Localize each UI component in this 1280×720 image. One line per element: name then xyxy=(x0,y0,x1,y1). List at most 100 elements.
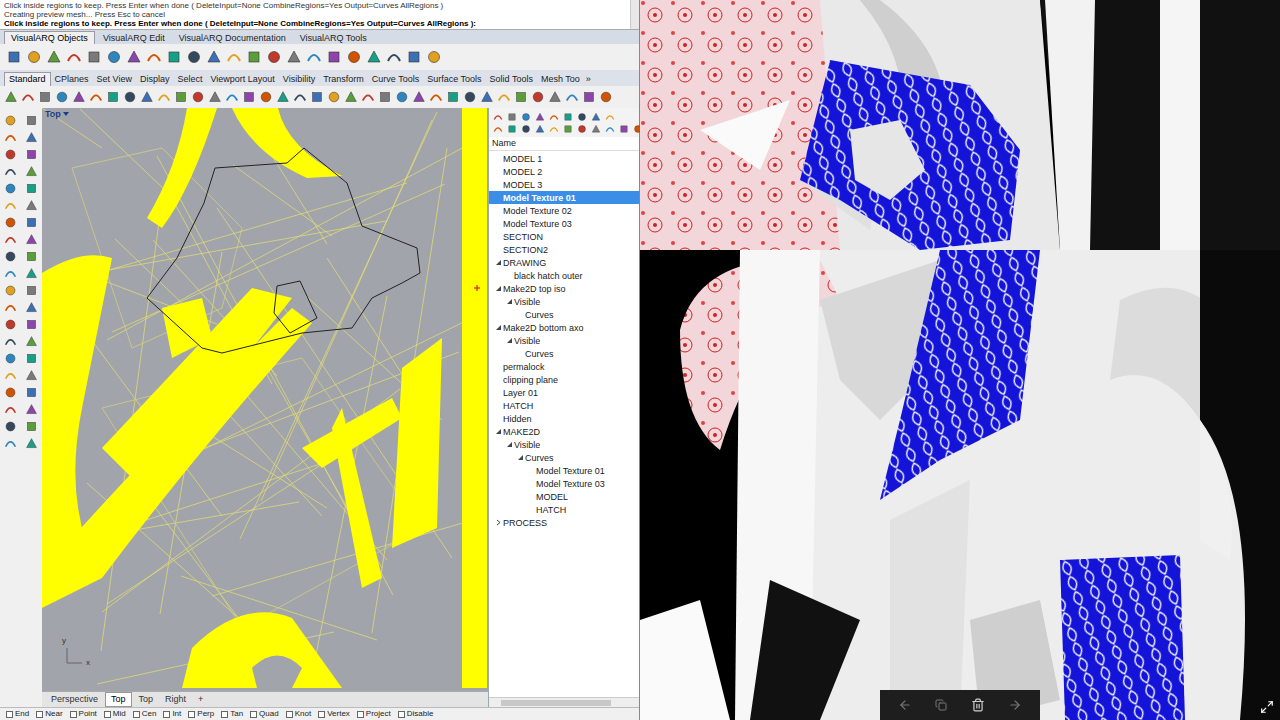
tool-icon[interactable] xyxy=(4,114,17,127)
tool-icon[interactable] xyxy=(25,182,38,195)
tool-icon[interactable] xyxy=(6,49,22,65)
tool-icon[interactable] xyxy=(4,301,17,314)
layer-row[interactable]: Layer 01 xyxy=(489,386,639,399)
expanded-icon[interactable] xyxy=(495,428,502,435)
tool-icon[interactable] xyxy=(157,90,171,104)
layer-row[interactable]: MODEL 1 xyxy=(489,152,639,165)
tool-icon[interactable] xyxy=(72,90,86,104)
tool-icon[interactable] xyxy=(226,49,242,65)
tool-icon[interactable] xyxy=(174,90,188,104)
layer-row[interactable]: Curves xyxy=(489,347,639,360)
toolbar-tab[interactable]: Standard xyxy=(4,72,51,86)
osnap-checkbox[interactable] xyxy=(133,711,140,718)
toolbar-tab[interactable]: Viewport Layout xyxy=(206,73,278,86)
tool-icon[interactable] xyxy=(21,90,35,104)
tool-icon[interactable] xyxy=(186,49,202,65)
osnap-option[interactable]: Point xyxy=(70,709,97,719)
tool-icon[interactable] xyxy=(4,352,17,365)
tool-icon[interactable] xyxy=(497,90,511,104)
tool-icon[interactable] xyxy=(412,90,426,104)
layer-row[interactable]: MODEL xyxy=(489,490,639,503)
tool-icon[interactable] xyxy=(4,131,17,144)
plugin-tab[interactable]: VisualARQ Tools xyxy=(294,32,373,44)
osnap-checkbox[interactable] xyxy=(36,711,43,718)
tool-icon[interactable] xyxy=(563,124,573,134)
tool-icon[interactable] xyxy=(25,301,38,314)
toolbar-tab[interactable]: Curve Tools xyxy=(368,73,423,86)
tool-icon[interactable] xyxy=(191,90,205,104)
tool-icon[interactable] xyxy=(123,90,137,104)
tool-icon[interactable] xyxy=(25,148,38,161)
tool-icon[interactable] xyxy=(619,124,629,134)
tool-icon[interactable] xyxy=(25,165,38,178)
tool-icon[interactable] xyxy=(507,112,517,122)
tool-icon[interactable] xyxy=(25,386,38,399)
tool-icon[interactable] xyxy=(25,114,38,127)
tool-icon[interactable] xyxy=(577,124,587,134)
toolbar-tab[interactable]: Transform xyxy=(319,73,368,86)
tool-icon[interactable] xyxy=(599,90,613,104)
tool-icon[interactable] xyxy=(293,90,307,104)
tool-icon[interactable] xyxy=(426,49,442,65)
tool-icon[interactable] xyxy=(4,250,17,263)
tool-icon[interactable] xyxy=(46,49,62,65)
tool-icon[interactable] xyxy=(106,49,122,65)
tool-icon[interactable] xyxy=(66,49,82,65)
tool-icon[interactable] xyxy=(4,182,17,195)
osnap-checkbox[interactable] xyxy=(357,711,364,718)
tool-icon[interactable] xyxy=(548,90,562,104)
tool-icon[interactable] xyxy=(493,124,503,134)
tool-icon[interactable] xyxy=(346,49,362,65)
command-scrollbar[interactable] xyxy=(630,0,639,29)
tool-icon[interactable] xyxy=(366,49,382,65)
collapsed-icon[interactable] xyxy=(495,519,502,526)
layer-row[interactable]: clipping plane xyxy=(489,373,639,386)
osnap-option[interactable]: Int xyxy=(163,709,181,719)
tool-icon[interactable] xyxy=(4,386,17,399)
tool-icon[interactable] xyxy=(4,233,17,246)
tool-icon[interactable] xyxy=(242,90,256,104)
layer-row[interactable]: DRAWING xyxy=(489,256,639,269)
osnap-option[interactable]: Disable xyxy=(398,709,434,719)
tool-icon[interactable] xyxy=(563,112,573,122)
tool-icon[interactable] xyxy=(286,49,302,65)
tool-icon[interactable] xyxy=(549,124,559,134)
tool-icon[interactable] xyxy=(386,49,402,65)
tool-icon[interactable] xyxy=(535,112,545,122)
toolbar-tab[interactable]: CPlanes xyxy=(51,73,93,86)
layer-row[interactable]: Visible xyxy=(489,334,639,347)
tool-icon[interactable] xyxy=(605,124,615,134)
osnap-option[interactable]: End xyxy=(6,709,29,719)
previous-icon[interactable] xyxy=(898,698,912,712)
tool-icon[interactable] xyxy=(514,90,528,104)
tool-icon[interactable] xyxy=(25,267,38,280)
tool-icon[interactable] xyxy=(208,90,222,104)
tool-icon[interactable] xyxy=(206,49,222,65)
osnap-checkbox[interactable] xyxy=(318,711,325,718)
toolbar-tab[interactable]: Select xyxy=(173,73,206,86)
tool-icon[interactable] xyxy=(25,420,38,433)
layer-row[interactable]: HATCH xyxy=(489,503,639,516)
osnap-option[interactable]: Project xyxy=(357,709,391,719)
tool-icon[interactable] xyxy=(591,112,601,122)
viewport-tab[interactable]: Right xyxy=(160,693,191,706)
osnap-checkbox[interactable] xyxy=(188,711,195,718)
osnap-option[interactable]: Quad xyxy=(250,709,279,719)
tool-icon[interactable] xyxy=(310,90,324,104)
layer-row[interactable]: Model Texture 01 xyxy=(489,191,639,204)
tool-icon[interactable] xyxy=(605,112,615,122)
tool-icon[interactable] xyxy=(25,369,38,382)
osnap-option[interactable]: Tan xyxy=(221,709,243,719)
osnap-checkbox[interactable] xyxy=(221,711,228,718)
layer-row[interactable]: SECTION xyxy=(489,230,639,243)
tool-icon[interactable] xyxy=(25,335,38,348)
tool-icon[interactable] xyxy=(4,335,17,348)
tool-icon[interactable] xyxy=(25,216,38,229)
osnap-option[interactable]: Mid xyxy=(104,709,126,719)
tool-icon[interactable] xyxy=(565,90,579,104)
osnap-checkbox[interactable] xyxy=(6,711,13,718)
tool-icon[interactable] xyxy=(480,90,494,104)
tool-icon[interactable] xyxy=(463,90,477,104)
plugin-tab[interactable]: VisualARQ Documentation xyxy=(173,32,292,44)
tool-icon[interactable] xyxy=(4,216,17,229)
